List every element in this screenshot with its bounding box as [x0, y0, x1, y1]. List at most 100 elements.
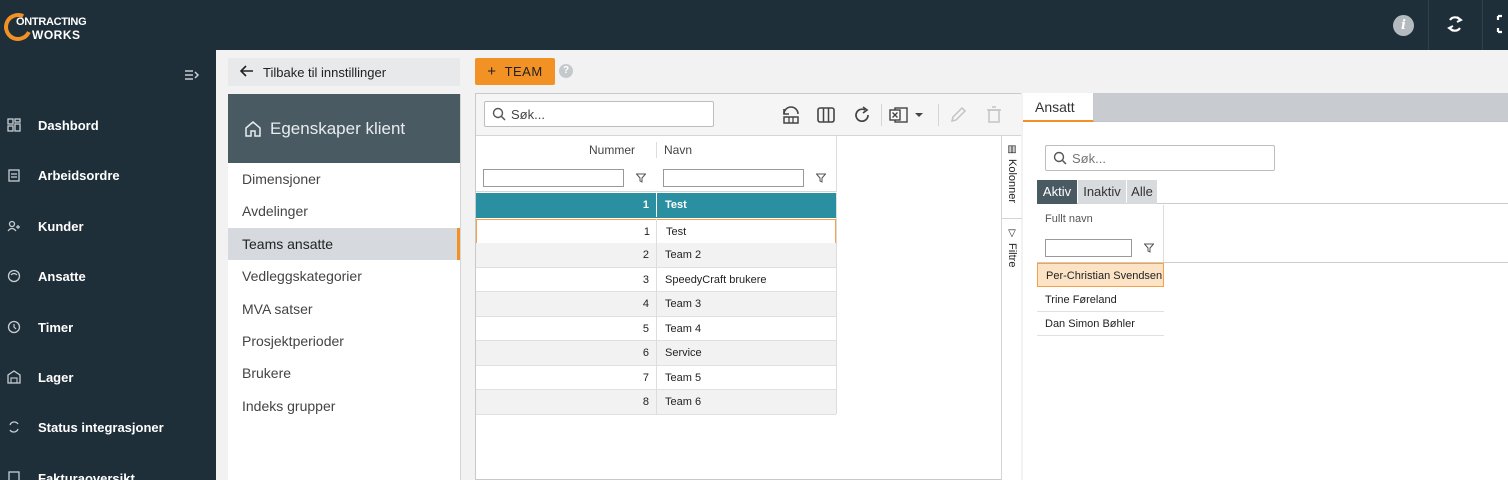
- cell-nummer: 1: [643, 226, 650, 238]
- employee-search[interactable]: [1045, 145, 1275, 171]
- column-header-nummer[interactable]: Nummer: [476, 136, 635, 164]
- dashboard-icon: [7, 118, 21, 132]
- right-tabbar: Ansatt: [1023, 93, 1508, 122]
- nav-item-fakturaoversikt[interactable]: Fakturaoversikt: [0, 462, 216, 480]
- tab-kolonner[interactable]: ▥ Kolonner: [1002, 144, 1022, 214]
- employee-row[interactable]: Trine Føreland: [1037, 288, 1164, 312]
- reset-layout-icon[interactable]: [781, 105, 801, 125]
- excel-export-icon[interactable]: [889, 105, 909, 125]
- nav-item-status-integrasjoner[interactable]: Status integrasjoner: [0, 411, 216, 443]
- status-tab-inaktiv[interactable]: Inaktiv: [1078, 180, 1126, 204]
- cell-navn: Test: [666, 226, 687, 238]
- filter-funnel-icon[interactable]: [635, 172, 647, 183]
- refresh-sync-icon[interactable]: [1444, 13, 1466, 35]
- top-bar: ONTRACTING WORKS i: [0, 0, 1508, 50]
- clipboard-icon: [7, 168, 21, 182]
- filter-funnel-icon[interactable]: [1143, 242, 1155, 253]
- employees-icon: [7, 269, 21, 283]
- status-tab-alle[interactable]: Alle: [1127, 180, 1157, 204]
- search-icon: [1053, 151, 1067, 165]
- cell-nummer: 2: [642, 249, 649, 261]
- nav-label: Lager: [38, 369, 74, 385]
- delete-trash-icon[interactable]: [984, 105, 1004, 125]
- toolbar-divider: [881, 104, 882, 126]
- topbar-divider: [1428, 0, 1429, 50]
- customers-icon: [7, 219, 21, 233]
- nav-item-dashbord[interactable]: Dashbord: [0, 109, 216, 141]
- filter-input-navn[interactable]: [663, 169, 804, 187]
- employee-row[interactable]: Per-Christian Svendsen: [1037, 263, 1164, 287]
- back-label: Tilbake til innstillinger: [263, 64, 387, 80]
- filter-input-fullt-navn[interactable]: [1045, 239, 1132, 257]
- chevron-down-icon[interactable]: [912, 105, 926, 125]
- nav-item-kunder[interactable]: Kunder: [0, 210, 216, 242]
- employee-search-input[interactable]: [1072, 150, 1262, 166]
- column-divider: [656, 219, 657, 414]
- nav-label: Ansatte: [38, 268, 86, 284]
- grid-search[interactable]: [484, 101, 714, 127]
- fullscreen-icon[interactable]: [1496, 14, 1508, 34]
- settings-header: Egenskaper klient: [228, 94, 460, 163]
- logo-text-line2: WORKS: [32, 28, 81, 42]
- grid-toolbar: [476, 94, 1021, 136]
- info-icon[interactable]: i: [1393, 15, 1414, 36]
- columns-icon[interactable]: [816, 105, 836, 125]
- edit-pencil-icon[interactable]: [948, 105, 968, 125]
- grid-search-input[interactable]: [511, 106, 701, 122]
- topbar-divider: [1482, 0, 1483, 50]
- column-divider: [836, 193, 837, 414]
- nav-label: Timer: [38, 319, 74, 335]
- plus-icon: +: [487, 63, 497, 80]
- settings-item-indeks-grupper[interactable]: Indeks grupper: [228, 390, 460, 422]
- column-divider: [1163, 205, 1164, 263]
- clock-icon: [7, 320, 21, 334]
- cell-navn: Team 5: [665, 371, 702, 384]
- settings-panel: Egenskaper klient Dimensjoner Avdelinger…: [228, 94, 461, 480]
- column-divider: [656, 142, 657, 158]
- nav-item-timer[interactable]: Timer: [0, 311, 216, 343]
- filter-funnel-icon[interactable]: [815, 172, 827, 183]
- nav-item-arbeidsordre[interactable]: Arbeidsordre: [0, 159, 216, 191]
- cell-nummer: 8: [642, 396, 649, 408]
- settings-item-dimensjoner[interactable]: Dimensjoner: [228, 163, 460, 195]
- column-divider: [656, 193, 657, 217]
- help-icon[interactable]: ?: [559, 64, 573, 78]
- sync-icon: [7, 420, 21, 434]
- cell-navn: Team 4: [665, 322, 702, 335]
- collapse-menu-icon[interactable]: [184, 68, 200, 82]
- settings-item-vedleggskategorier[interactable]: Vedleggskategorier: [228, 260, 460, 292]
- settings-item-prosjektperioder[interactable]: Prosjektperioder: [228, 325, 460, 357]
- main-navigation: Dashbord Arbeidsordre Kunder Ansatte Tim…: [0, 50, 216, 480]
- status-tab-aktiv[interactable]: Aktiv: [1037, 180, 1077, 204]
- cell-navn: Service: [665, 347, 702, 359]
- cell-navn: Team 3: [665, 298, 702, 310]
- refresh-icon[interactable]: [852, 105, 872, 125]
- logo-text-line1: ONTRACTING: [16, 16, 87, 28]
- settings-item-teams-ansatte[interactable]: Teams ansatte: [228, 228, 460, 260]
- invoice-icon: [7, 471, 21, 480]
- filter-funnel-icon: ▽: [1006, 228, 1018, 239]
- tab-ansatt[interactable]: Ansatt: [1023, 93, 1094, 122]
- cell-nummer: 1: [642, 199, 649, 211]
- app-logo[interactable]: ONTRACTING WORKS: [0, 9, 94, 45]
- column-divider: [836, 136, 837, 192]
- toolbar-divider: [938, 104, 939, 126]
- back-to-settings-button[interactable]: Tilbake til innstillinger: [228, 58, 460, 86]
- add-team-button[interactable]: + TEAM: [475, 58, 555, 85]
- employee-row[interactable]: Dan Simon Bøhler: [1037, 312, 1164, 336]
- nav-item-lager[interactable]: Lager: [0, 361, 216, 393]
- settings-item-avdelinger[interactable]: Avdelinger: [228, 195, 460, 227]
- tab-filtre[interactable]: ▽ Filtre: [1002, 228, 1022, 288]
- filter-input-nummer[interactable]: [483, 169, 624, 187]
- nav-label: Arbeidsordre: [38, 167, 120, 183]
- cell-navn: SpeedyCraft brukere: [665, 273, 767, 286]
- settings-item-brukere[interactable]: Brukere: [228, 357, 460, 389]
- cell-navn: Test: [665, 199, 687, 211]
- column-header-navn[interactable]: Navn: [664, 136, 692, 164]
- nav-item-ansatte[interactable]: Ansatte: [0, 260, 216, 292]
- settings-item-mva-satser[interactable]: MVA satser: [228, 293, 460, 325]
- nav-label: Dashbord: [38, 117, 99, 133]
- teams-grid-panel: Nummer Navn 1 Test 1 Test 2 Team 2 3 Spe…: [475, 93, 1022, 480]
- column-header-fullt-navn[interactable]: Fullt navn: [1045, 213, 1093, 225]
- cell-nummer: 3: [642, 273, 649, 286]
